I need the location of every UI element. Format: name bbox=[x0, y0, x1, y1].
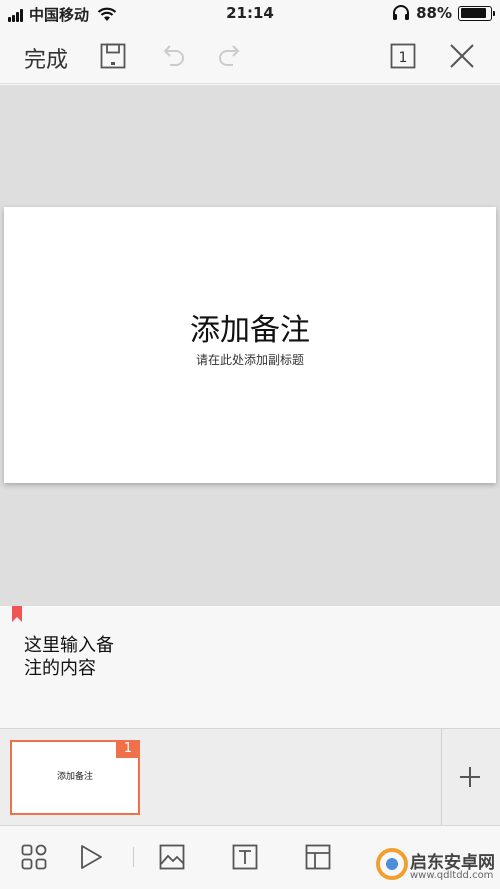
notes-line: 这里输入备 bbox=[24, 635, 114, 656]
divider bbox=[133, 847, 134, 867]
slides-grid-icon[interactable] bbox=[20, 843, 48, 871]
close-icon[interactable] bbox=[448, 42, 476, 70]
status-bar: 中国移动 21:14 88% bbox=[0, 0, 500, 28]
top-toolbar: 完成 1 bbox=[0, 28, 500, 84]
watermark-url: www.qdltdd.com bbox=[410, 870, 494, 881]
divider bbox=[441, 729, 442, 825]
slide-thumbnail[interactable]: 1 添加备注 bbox=[10, 740, 140, 815]
play-icon[interactable] bbox=[77, 843, 105, 871]
slide-canvas[interactable]: 添加备注 请在此处添加副标题 bbox=[0, 85, 500, 605]
headphones-icon bbox=[393, 5, 410, 20]
layout-icon[interactable] bbox=[304, 843, 332, 871]
slide-count: 1 bbox=[399, 50, 408, 66]
battery-fill bbox=[460, 8, 487, 18]
slide-title[interactable]: 添加备注 bbox=[4, 305, 496, 349]
done-button[interactable]: 完成 bbox=[24, 42, 68, 74]
image-icon[interactable] bbox=[158, 843, 186, 871]
slide-count-icon[interactable]: 1 bbox=[389, 42, 417, 70]
slide-thumbnails: 1 添加备注 bbox=[0, 728, 500, 826]
thumbnail-number: 1 bbox=[116, 740, 140, 758]
notes-line: 注的内容 bbox=[24, 658, 96, 679]
slide-subtitle[interactable]: 请在此处添加副标题 bbox=[4, 351, 496, 368]
status-right: 88% bbox=[392, 4, 495, 22]
add-slide-icon[interactable] bbox=[456, 763, 484, 791]
battery-percent: 88% bbox=[416, 4, 452, 22]
watermark: 启东安卓网 www.qdltdd.com bbox=[366, 842, 500, 889]
watermark-logo bbox=[376, 848, 408, 880]
bookmark-icon bbox=[12, 606, 22, 622]
battery-icon bbox=[458, 5, 495, 21]
notes-panel[interactable]: 这里输入备 注的内容 bbox=[0, 605, 500, 728]
text-box-icon[interactable] bbox=[231, 843, 259, 871]
redo-icon[interactable] bbox=[216, 42, 244, 70]
presentation-editor: 中国移动 21:14 88% 完成 1 添加备注 请在此处添加副标题 这里输入备… bbox=[0, 0, 500, 889]
notes-text[interactable]: 这里输入备 注的内容 bbox=[24, 634, 114, 680]
save-icon[interactable] bbox=[99, 42, 127, 70]
slide[interactable]: 添加备注 请在此处添加副标题 bbox=[4, 207, 496, 483]
undo-icon[interactable] bbox=[159, 42, 187, 70]
thumbnail-title: 添加备注 bbox=[56, 772, 93, 782]
